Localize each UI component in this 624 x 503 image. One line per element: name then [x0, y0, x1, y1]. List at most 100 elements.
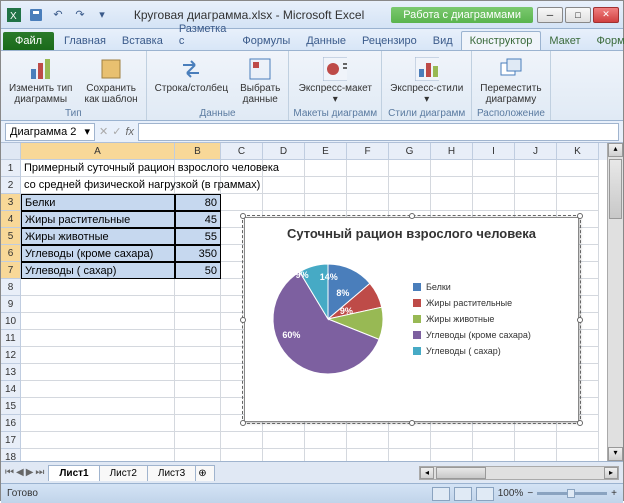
zoom-out-icon[interactable]: − — [527, 488, 533, 499]
name-box[interactable]: Диаграмма 2▾ — [5, 123, 95, 141]
save-template-button[interactable]: Сохранить как шаблон — [80, 55, 141, 107]
tab-view[interactable]: Вид — [425, 32, 461, 50]
tab-chart-layout[interactable]: Макет — [541, 32, 588, 50]
cell[interactable] — [21, 330, 175, 347]
cell[interactable]: Углеводы ( сахар) — [21, 262, 175, 279]
excel-icon[interactable]: X — [5, 6, 23, 24]
scroll-thumb[interactable] — [609, 159, 622, 219]
cell[interactable] — [21, 432, 175, 449]
move-chart-button[interactable]: Переместить диаграмму — [476, 55, 545, 107]
cell[interactable] — [515, 177, 557, 194]
row-header[interactable]: 1 — [1, 160, 21, 177]
row-header[interactable]: 6 — [1, 245, 21, 262]
cell[interactable] — [431, 432, 473, 449]
formula-bar[interactable] — [138, 123, 619, 141]
cell[interactable] — [175, 364, 221, 381]
row-header[interactable]: 13 — [1, 364, 21, 381]
tab-design[interactable]: Конструктор — [461, 31, 542, 50]
cell[interactable]: Жиры растительные — [21, 211, 175, 228]
last-sheet-icon[interactable]: ⏭ — [35, 467, 44, 478]
cell[interactable] — [389, 177, 431, 194]
quick-styles-button[interactable]: Экспресс-стили▾ — [386, 55, 467, 107]
pie-plot[interactable]: 14%8%9%60%9% — [253, 250, 403, 388]
row-header[interactable]: 4 — [1, 211, 21, 228]
cell[interactable] — [305, 177, 347, 194]
cell[interactable]: 350 — [175, 245, 221, 262]
sheet-tab-1[interactable]: Лист1 — [48, 465, 99, 481]
zoom-level[interactable]: 100% — [498, 488, 524, 499]
cell[interactable] — [473, 194, 515, 211]
row-header[interactable]: 15 — [1, 398, 21, 415]
cell[interactable]: 55 — [175, 228, 221, 245]
scroll-right-icon[interactable]: ▸ — [604, 467, 618, 479]
row-header[interactable]: 10 — [1, 313, 21, 330]
cell[interactable] — [347, 432, 389, 449]
cell[interactable] — [515, 194, 557, 211]
column-header[interactable]: F — [347, 143, 389, 160]
select-data-button[interactable]: Выбрать данные — [236, 55, 284, 107]
zoom-in-icon[interactable]: + — [611, 488, 617, 499]
first-sheet-icon[interactable]: ⏮ — [5, 467, 14, 478]
cell[interactable] — [21, 347, 175, 364]
cell[interactable] — [305, 432, 347, 449]
row-header[interactable]: 8 — [1, 279, 21, 296]
cell[interactable] — [175, 330, 221, 347]
cell[interactable] — [557, 449, 599, 461]
cell[interactable] — [431, 177, 473, 194]
cell[interactable] — [557, 194, 599, 211]
column-header[interactable]: G — [389, 143, 431, 160]
cell[interactable]: 45 — [175, 211, 221, 228]
chart-title[interactable]: Суточный рацион взрослого человека — [245, 218, 578, 246]
quick-layout-button[interactable]: Экспресс-макет▾ — [295, 55, 376, 107]
sheet-tab-3[interactable]: Лист3 — [147, 465, 196, 481]
cell[interactable] — [21, 313, 175, 330]
tab-layout[interactable]: Разметка с — [171, 20, 235, 50]
cell[interactable] — [175, 398, 221, 415]
cell[interactable] — [175, 449, 221, 461]
cancel-icon[interactable]: ✕ — [99, 125, 108, 138]
cell[interactable]: 50 — [175, 262, 221, 279]
cell[interactable] — [305, 194, 347, 211]
close-button[interactable]: ✕ — [593, 7, 619, 23]
cell[interactable] — [21, 279, 175, 296]
cell[interactable] — [263, 432, 305, 449]
fx-icon[interactable]: fx — [125, 126, 134, 138]
chart-legend[interactable]: БелкиЖиры растительныеЖиры животныеУглев… — [403, 250, 570, 388]
prev-sheet-icon[interactable]: ◀ — [16, 467, 24, 478]
cell[interactable] — [473, 449, 515, 461]
row-header[interactable]: 18 — [1, 449, 21, 461]
cell[interactable] — [175, 381, 221, 398]
horizontal-scrollbar[interactable]: ◂ ▸ — [419, 466, 619, 480]
tab-format[interactable]: Формат — [589, 32, 624, 50]
cell[interactable]: Жиры животные — [21, 228, 175, 245]
cell[interactable] — [347, 160, 389, 177]
cell[interactable] — [515, 449, 557, 461]
cell[interactable]: 80 — [175, 194, 221, 211]
cell[interactable] — [389, 432, 431, 449]
cell[interactable] — [21, 449, 175, 461]
legend-item[interactable]: Жиры растительные — [413, 298, 570, 308]
cell[interactable] — [347, 177, 389, 194]
chart-object[interactable]: Суточный рацион взрослого человека 14%8%… — [244, 217, 579, 422]
cell[interactable] — [175, 347, 221, 364]
cell[interactable] — [431, 194, 473, 211]
cell[interactable] — [263, 449, 305, 461]
row-header[interactable]: 5 — [1, 228, 21, 245]
undo-icon[interactable]: ↶ — [49, 6, 67, 24]
cell[interactable] — [175, 415, 221, 432]
cell[interactable] — [263, 194, 305, 211]
column-header[interactable]: D — [263, 143, 305, 160]
select-all-corner[interactable] — [1, 143, 21, 160]
cell[interactable] — [21, 398, 175, 415]
cell[interactable] — [557, 160, 599, 177]
cell[interactable] — [221, 432, 263, 449]
cell[interactable] — [221, 194, 263, 211]
minimize-button[interactable]: ─ — [537, 7, 563, 23]
cell[interactable] — [21, 364, 175, 381]
redo-icon[interactable]: ↷ — [71, 6, 89, 24]
next-sheet-icon[interactable]: ▶ — [26, 467, 34, 478]
column-header[interactable]: C — [221, 143, 263, 160]
page-break-button[interactable] — [476, 487, 494, 501]
cell[interactable] — [263, 177, 305, 194]
zoom-slider[interactable] — [537, 492, 607, 495]
